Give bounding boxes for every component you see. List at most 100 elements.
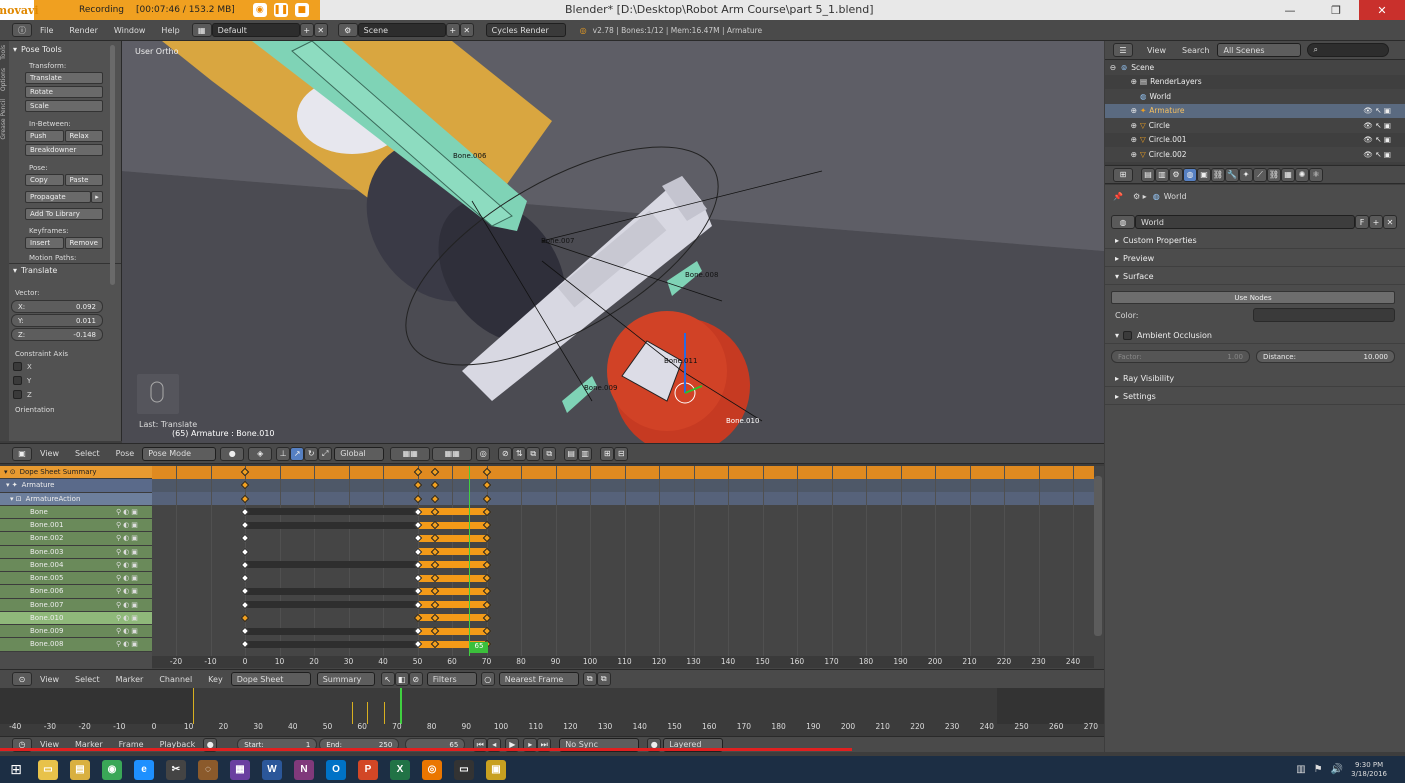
paste-keys-icon[interactable]: ⧉ <box>596 672 611 686</box>
layers-icon-2[interactable]: ▦▦ <box>432 446 473 461</box>
rotate-button[interactable]: Rotate <box>25 86 103 98</box>
close-button[interactable]: ✕ <box>1359 0 1405 20</box>
push-button[interactable]: Push <box>25 130 64 142</box>
remove-keyframe-button[interactable]: Remove <box>64 237 103 249</box>
paste-pose-button[interactable]: Paste <box>64 174 103 186</box>
channel-bone[interactable]: Bone.009 ⚲◐▣ <box>0 625 152 639</box>
outliner-item-armature[interactable]: ⊕ ✦ Armature 👁 ↖ ▣ <box>1105 103 1405 118</box>
summary-toggle[interactable]: Summary <box>316 672 375 686</box>
toolshelf-scrollbar[interactable] <box>110 45 115 285</box>
copy-pose-icon[interactable]: ⧉ <box>526 446 541 461</box>
onenote-purple-icon[interactable]: ▦ <box>224 756 256 783</box>
explorer-icon[interactable]: ▤ <box>64 756 96 783</box>
viewport-shading-icon[interactable]: ● <box>220 446 245 461</box>
excel-icon[interactable]: X <box>384 756 416 783</box>
render-engine-select[interactable]: Cycles Render <box>485 23 566 37</box>
channel-toggle-icons[interactable]: ⚲◐▣ <box>116 627 152 635</box>
movavi-icon[interactable]: ▣ <box>480 756 512 783</box>
word-icon[interactable]: W <box>256 756 288 783</box>
render-anim-icon[interactable]: ▥ <box>578 446 593 461</box>
copy-pose-button[interactable]: Copy <box>25 174 64 186</box>
ie-icon[interactable]: e <box>128 756 160 783</box>
camera-icon[interactable]: ◉ <box>252 3 267 17</box>
dope-scrollbar[interactable] <box>1094 476 1102 636</box>
remove-screen-icon[interactable]: ✕ <box>313 23 328 37</box>
channel-summary[interactable]: ▾ ⊙ Dope Sheet Summary <box>0 466 152 480</box>
manipulator-icon[interactable]: ⊥ <box>276 446 291 461</box>
fake-user-button[interactable]: F <box>1355 215 1369 229</box>
custom-properties-section[interactable]: ▸ Custom Properties <box>1105 233 1405 249</box>
channel-armature[interactable]: ▾ ✦ Armature <box>0 479 152 493</box>
channel-action[interactable]: ▾ ⊡ ArmatureAction <box>0 492 152 506</box>
modifiers-tab-icon[interactable]: 🔧 <box>1225 167 1239 182</box>
pivot-icon[interactable]: ◈ <box>248 446 273 461</box>
tab-grease-pencil[interactable]: Grease Pencil <box>0 95 7 144</box>
channel-toggle-icons[interactable]: ⚲◐▣ <box>116 614 152 622</box>
axis-z-checkbox[interactable]: Z <box>13 390 121 399</box>
channel-bone[interactable]: Bone.007 ⚲◐▣ <box>0 598 152 612</box>
vector-x-field[interactable]: X: 0.092 <box>11 300 103 313</box>
ambient-occlusion-section[interactable]: ▾ Ambient Occlusion <box>1105 328 1405 344</box>
pause-icon[interactable]: ❚❚ <box>273 3 288 17</box>
world-browse-icon[interactable]: ◍ <box>1111 215 1135 229</box>
dope-menu-key[interactable]: Key <box>200 675 231 684</box>
dope-menu-channel[interactable]: Channel <box>151 675 200 684</box>
show-errors-icon[interactable]: ⊘ <box>408 672 423 686</box>
layers-tab-icon[interactable]: ▥ <box>1155 167 1169 182</box>
channel-toggle-icons[interactable]: ⚲◐▣ <box>116 640 152 648</box>
use-nodes-button[interactable]: Use Nodes <box>1111 291 1395 304</box>
onenote-icon[interactable]: N <box>288 756 320 783</box>
translate-manipulator-icon[interactable]: ↗ <box>290 446 305 461</box>
pose-tools-header[interactable]: ▾ Pose Tools <box>9 43 121 56</box>
channel-toggle-icons[interactable]: ⚲◐▣ <box>116 574 152 582</box>
remove-scene-icon[interactable]: ✕ <box>459 23 474 37</box>
snap-target-icon[interactable]: ⊟ <box>614 446 629 461</box>
keyframe[interactable] <box>240 547 250 556</box>
channel-bone[interactable]: Bone.006 ⚲◐▣ <box>0 585 152 599</box>
keying-icon[interactable]: ⇅ <box>512 446 527 461</box>
keyframe-grid[interactable]: 65 <box>152 466 1094 658</box>
ray-visibility-section[interactable]: ▸ Ray Visibility <box>1105 371 1405 387</box>
outliner-display-select[interactable]: All Scenes <box>1217 43 1302 57</box>
current-frame-marker[interactable]: 65 <box>470 642 488 653</box>
render-tab-icon[interactable]: ▤ <box>1141 167 1155 182</box>
only-selected-icon[interactable]: ↖ <box>380 672 395 686</box>
channel-bone[interactable]: Bone.004 ⚲◐▣ <box>0 558 152 572</box>
relax-button[interactable]: Relax <box>64 130 103 142</box>
timeline[interactable]: -50-40-30-20-100102030405060708090100110… <box>0 688 1133 736</box>
channel-toggle-icons[interactable]: ⚲◐▣ <box>116 521 152 529</box>
outliner-item-circle-001[interactable]: ⊕ ▽ Circle.001 👁 ↖ ▣ <box>1105 133 1405 148</box>
new-world-icon[interactable]: + <box>1369 215 1383 229</box>
channel-bone[interactable]: Bone.010 ⚲◐▣ <box>0 611 152 625</box>
channel-toggle-icons[interactable]: ⚲◐▣ <box>116 534 152 542</box>
channel-toggle-icons[interactable]: ⚲◐▣ <box>116 601 152 609</box>
tab-tools[interactable]: Tools <box>0 41 7 64</box>
channel-toggle-icons[interactable]: ⚲◐▣ <box>116 561 152 569</box>
rotate-manipulator-icon[interactable]: ↻ <box>304 446 319 461</box>
dope-mode-select[interactable]: Dope Sheet <box>230 672 311 686</box>
paste-pose-icon[interactable]: ⧉ <box>542 446 557 461</box>
outliner-search-input[interactable]: ⌕ <box>1307 43 1390 57</box>
properties-editor-icon[interactable]: ⊞ <box>1113 167 1133 182</box>
bone-constraint-tab-icon[interactable]: ⛓ <box>1267 167 1281 182</box>
settings-section[interactable]: ▸ Settings <box>1105 389 1405 405</box>
stop-icon[interactable]: ■ <box>294 3 309 17</box>
translate-button[interactable]: Translate <box>25 72 103 84</box>
menu-file[interactable]: File <box>32 26 61 35</box>
flag-icon[interactable]: ⚑ <box>1314 764 1323 775</box>
render-icon[interactable]: ▤ <box>564 446 579 461</box>
minimize-button[interactable]: — <box>1267 0 1313 20</box>
screen-layout-icon[interactable]: ▦ <box>191 23 212 37</box>
menu-help[interactable]: Help <box>153 26 187 35</box>
menu-pose[interactable]: Pose <box>108 449 143 458</box>
texture-tab-icon[interactable]: ▦ <box>1281 167 1295 182</box>
vector-y-field[interactable]: Y: 0.011 <box>11 314 103 327</box>
channel-bone[interactable]: Bone.005 ⚲◐▣ <box>0 572 152 586</box>
dope-sheet[interactable]: ▾ ⊙ Dope Sheet Summary ▾ ✦ Armature ▾ ⊡ Arm… <box>0 466 1104 669</box>
translate-op-header[interactable]: ▾ Translate <box>9 264 121 277</box>
add-screen-icon[interactable]: + <box>299 23 314 37</box>
volume-icon[interactable]: 🔊 <box>1331 764 1343 775</box>
outliner-item-circle-002[interactable]: ⊕ ▽ Circle.002 👁 ↖ ▣ <box>1105 147 1405 162</box>
keyframe[interactable] <box>240 573 250 583</box>
clock[interactable]: 9:30 PM 3/18/2016 <box>1351 761 1387 779</box>
